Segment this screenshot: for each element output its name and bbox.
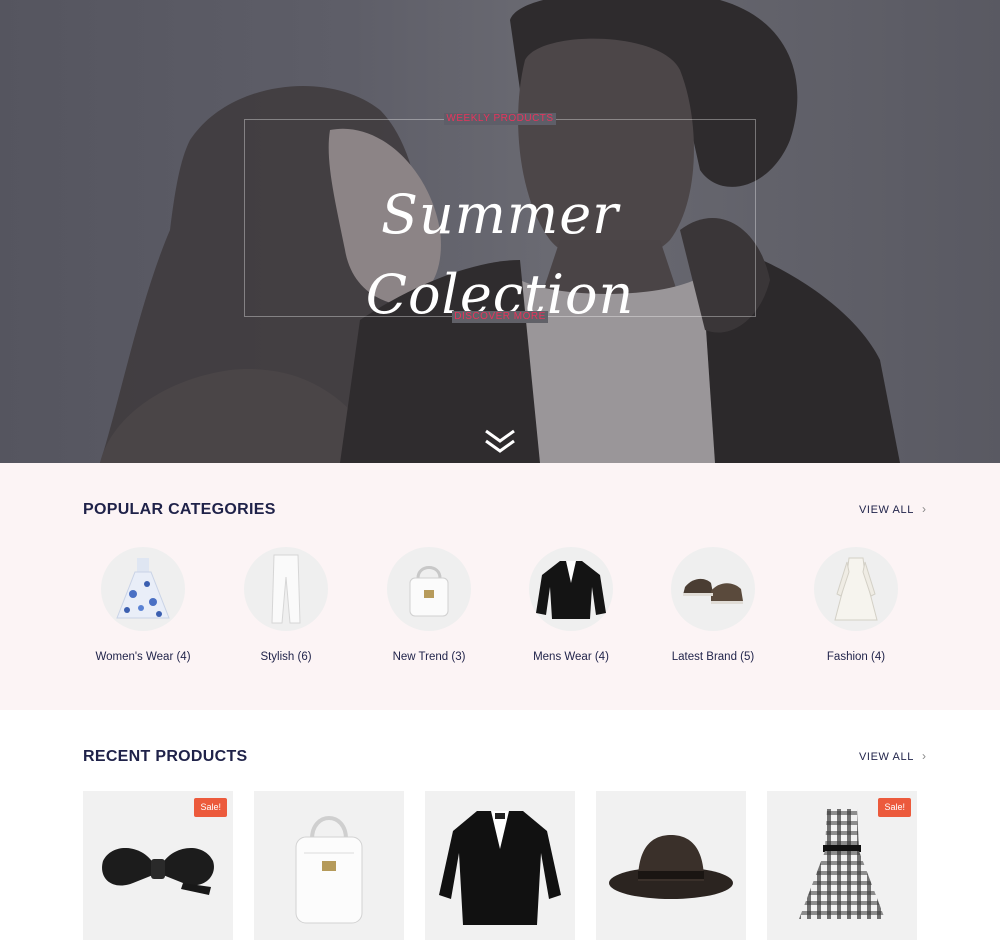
tuxedo-jacket-icon: [529, 547, 613, 631]
section-title: POPULAR CATEGORIES: [83, 501, 276, 519]
white-dress-icon: [814, 547, 898, 631]
section-title-bold: PRODUCTS: [155, 748, 248, 765]
category-mens-wear[interactable]: Mens Wear (4): [496, 547, 646, 663]
white-backpack-icon: [295, 816, 363, 924]
product-card[interactable]: Sale!: [767, 791, 917, 940]
section-title: RECENT PRODUCTS: [83, 748, 248, 766]
category-label: New Trend (3): [392, 651, 466, 663]
category-stylish[interactable]: Stylish (6): [211, 547, 361, 663]
section-title-light: RECENT: [83, 748, 151, 765]
product-card[interactable]: [596, 791, 746, 940]
view-all-label: VIEW ALL: [859, 504, 914, 516]
category-label: Stylish (6): [260, 651, 312, 663]
sale-badge: Sale!: [194, 798, 227, 817]
category-label: Fashion (4): [826, 651, 886, 663]
floral-dress-icon: [101, 547, 185, 631]
view-all-products-link[interactable]: VIEW ALL ›: [859, 749, 927, 763]
fedora-hat-icon: [609, 835, 733, 899]
recent-products-section: RECENT PRODUCTS VIEW ALL › Sale! Sale!: [0, 710, 1000, 950]
hero-banner: WEEKLY PRODUCTS Summer Colection DISCOVE…: [0, 0, 1000, 463]
sneakers-icon: [671, 547, 755, 631]
view-all-categories-link[interactable]: VIEW ALL ›: [859, 502, 927, 516]
tuxedo-jacket-icon: [439, 811, 561, 925]
product-card[interactable]: [254, 791, 404, 940]
white-handbag-icon: [387, 547, 471, 631]
category-label: Women's Wear (4): [95, 651, 191, 663]
category-new-trend[interactable]: New Trend (3): [354, 547, 504, 663]
discover-more-link[interactable]: DISCOVER MORE: [452, 311, 548, 323]
sale-badge: Sale!: [878, 798, 911, 817]
product-card[interactable]: [425, 791, 575, 940]
double-chevron-down-icon[interactable]: [482, 427, 518, 455]
view-all-label: VIEW ALL: [859, 751, 914, 763]
category-label: Latest Brand (5): [671, 651, 755, 663]
category-fashion[interactable]: Fashion (4): [781, 547, 931, 663]
popular-categories-section: POPULAR CATEGORIES VIEW ALL › Women's Wea…: [0, 463, 1000, 710]
section-title-bold: CATEGORIES: [168, 501, 276, 518]
category-latest-brand[interactable]: Latest Brand (5): [638, 547, 788, 663]
hero-eyebrow: WEEKLY PRODUCTS: [444, 113, 556, 125]
category-label: Mens Wear (4): [533, 651, 609, 663]
category-womens-wear[interactable]: Women's Wear (4): [68, 547, 218, 663]
chevron-right-icon: ›: [921, 749, 927, 763]
chevron-right-icon: ›: [921, 502, 927, 516]
product-card[interactable]: Sale!: [83, 791, 233, 940]
white-trousers-icon: [244, 547, 328, 631]
section-title-light: POPULAR: [83, 501, 164, 518]
